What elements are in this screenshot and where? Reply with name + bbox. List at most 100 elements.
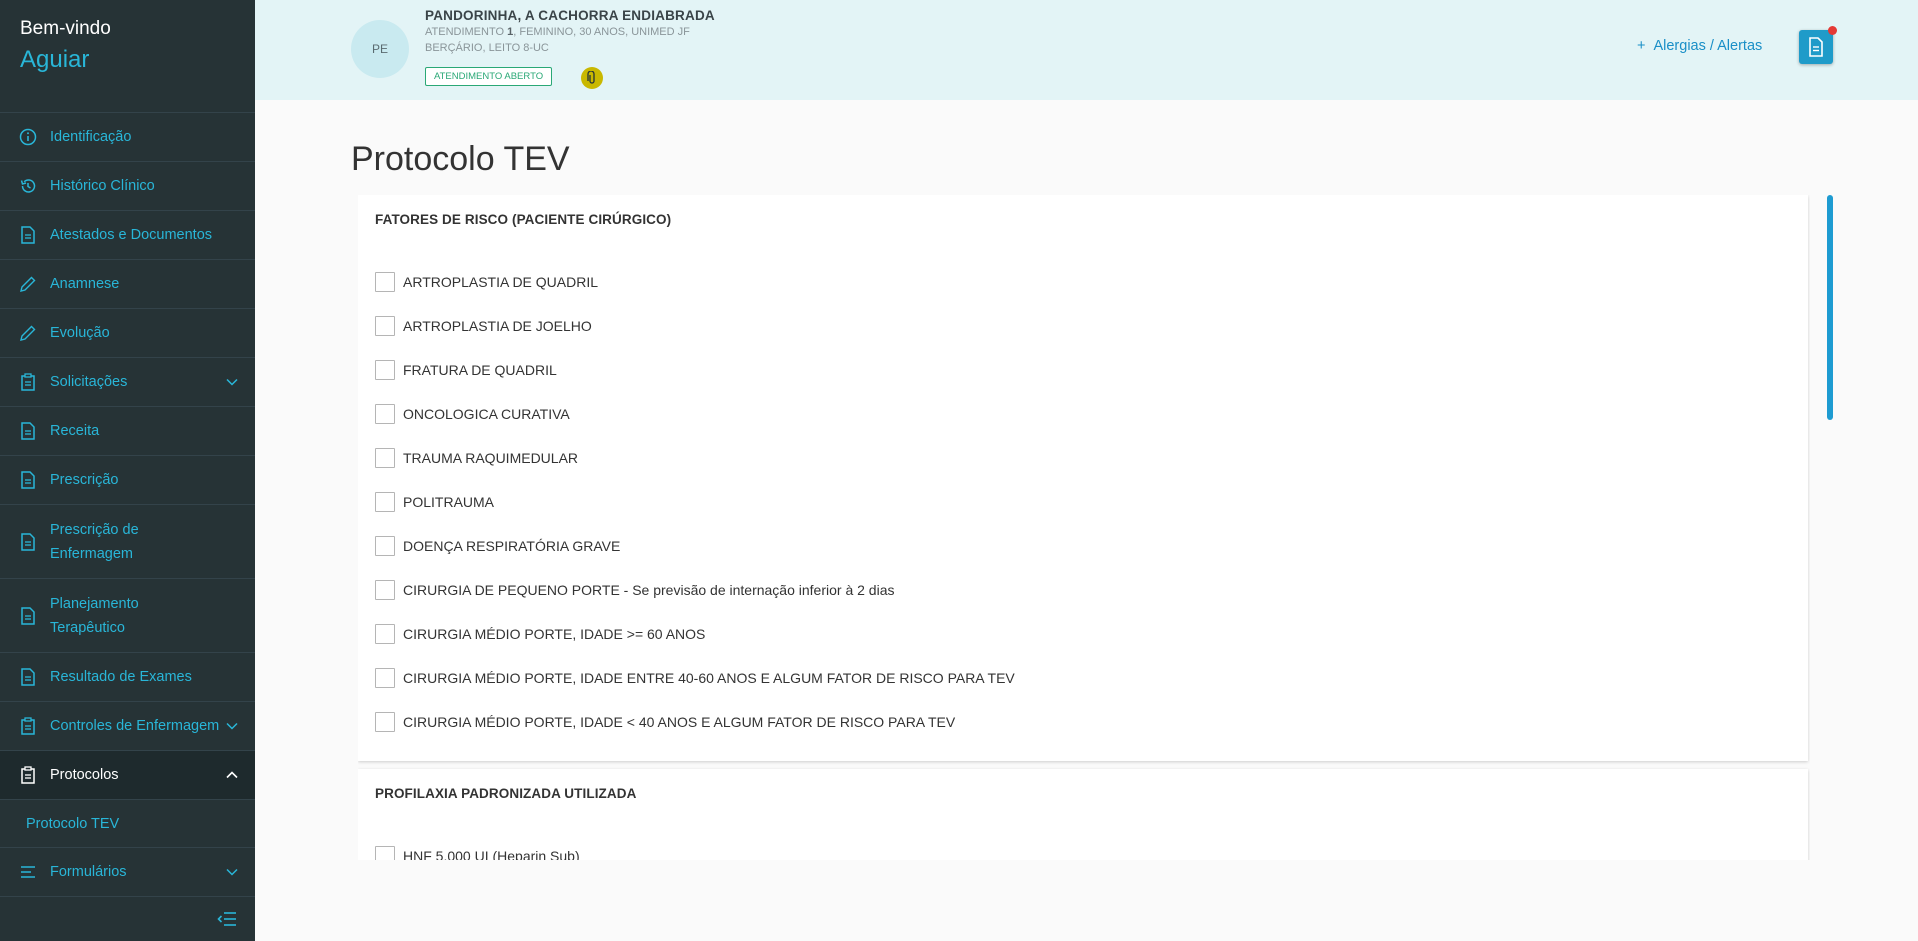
risk-option[interactable]: FRATURA DE QUADRIL: [375, 360, 557, 380]
document-icon: [18, 532, 38, 552]
clipboard-icon: [18, 716, 38, 736]
sidebar-item-resultado-exames[interactable]: Resultado de Exames: [0, 653, 255, 702]
sidebar-item-label: Histórico Clínico: [50, 178, 155, 194]
checkbox[interactable]: [375, 492, 395, 512]
risk-option[interactable]: DOENÇA RESPIRATÓRIA GRAVE: [375, 536, 620, 556]
list-icon: [18, 862, 38, 882]
patient-bed: BERÇÁRIO, LEITO 8-UC: [425, 42, 549, 54]
option-label: DOENÇA RESPIRATÓRIA GRAVE: [403, 538, 621, 554]
checkbox[interactable]: [375, 624, 395, 644]
risk-option[interactable]: CIRURGIA MÉDIO PORTE, IDADE ENTRE 40-60 …: [375, 668, 1015, 688]
risk-option[interactable]: POLITRAUMA: [375, 492, 494, 512]
sidebar-item-atestados[interactable]: Atestados e Documentos: [0, 211, 255, 260]
patient-name: PANDORINHA, A CACHORRA ENDIABRADA: [425, 8, 715, 23]
checkbox[interactable]: [375, 404, 395, 424]
document-button[interactable]: [1799, 30, 1833, 64]
sidebar-item-identificacao[interactable]: Identificação: [0, 113, 255, 162]
user-name: Aguiar: [20, 46, 90, 73]
chevron-up-icon: [225, 768, 239, 782]
sidebar-item-label: Prescrição: [50, 472, 119, 488]
sidebar-item-receita[interactable]: Receita: [0, 407, 255, 456]
risk-option[interactable]: TRAUMA RAQUIMEDULAR: [375, 448, 578, 468]
patient-info: ATENDIMENTO 1, FEMININO, 30 ANOS, UNIMED…: [425, 26, 690, 38]
sidebar-item-historico-clinico[interactable]: Histórico Clínico: [0, 162, 255, 211]
pencil-icon: [18, 323, 38, 343]
patient-header: PE PANDORINHA, A CACHORRA ENDIABRADA ATE…: [255, 0, 1918, 100]
option-label: CIRURGIA DE PEQUENO PORTE - Se previsão …: [403, 582, 895, 598]
info-prefix: ATENDIMENTO: [425, 26, 508, 38]
sidebar-item-label: Anamnese: [50, 276, 120, 292]
collapse-sidebar-icon[interactable]: [217, 911, 237, 931]
attachment-icon[interactable]: [581, 67, 603, 89]
option-label: CIRURGIA MÉDIO PORTE, IDADE ENTRE 40-60 …: [403, 670, 1015, 686]
risk-factors-card: FATORES DE RISCO (PACIENTE CIRÚRGICO) AR…: [358, 195, 1808, 761]
sidebar: Bem-vindo Aguiar Identificação Histórico…: [0, 0, 255, 941]
checkbox[interactable]: [375, 360, 395, 380]
document-icon: [18, 225, 38, 245]
checkbox[interactable]: [375, 536, 395, 556]
risk-option[interactable]: CIRURGIA MÉDIO PORTE, IDADE < 40 ANOS E …: [375, 712, 955, 732]
card-title: PROFILAXIA PADRONIZADA UTILIZADA: [375, 786, 637, 801]
option-label: POLITRAUMA: [403, 494, 495, 510]
sidebar-item-label: Evolução: [50, 325, 110, 341]
welcome-block: Bem-vindo Aguiar: [0, 0, 255, 113]
option-label: HNF 5.000 UI (Heparin Sub): [403, 848, 580, 860]
option-label: ARTROPLASTIA DE JOELHO: [403, 318, 592, 334]
sidebar-item-prescricao[interactable]: Prescrição: [0, 456, 255, 505]
document-icon: [18, 606, 38, 626]
checkbox[interactable]: [375, 846, 395, 860]
option-label: ONCOLOGICA CURATIVA: [403, 406, 570, 422]
option-label: TRAUMA RAQUIMEDULAR: [403, 450, 579, 466]
option-label: CIRURGIA MÉDIO PORTE, IDADE >= 60 ANOS: [403, 626, 706, 642]
sidebar-item-label: Formulários: [50, 864, 127, 880]
sidebar-item-planejamento-terapeutico[interactable]: Planejamento Terapêutico: [0, 579, 255, 653]
checkbox[interactable]: [375, 668, 395, 688]
sidebar-item-label: Controles de Enfermagem: [50, 718, 220, 734]
sidebar-item-label: Prescrição de Enfermagem: [50, 521, 139, 562]
checkbox[interactable]: [375, 316, 395, 336]
sidebar-subitem-protocolo-tev[interactable]: Protocolo TEV: [0, 800, 255, 848]
sidebar-item-solicitacoes[interactable]: Solicitações: [0, 358, 255, 407]
option-label: ARTROPLASTIA DE QUADRIL: [403, 274, 599, 290]
sidebar-item-label: Resultado de Exames: [50, 669, 192, 685]
sidebar-item-prescricao-enfermagem[interactable]: Prescrição de Enfermagem: [0, 505, 255, 579]
sidebar-item-label: Solicitações: [50, 374, 128, 390]
scrollbar[interactable]: [1827, 195, 1833, 420]
sidebar-item-formularios[interactable]: Formulários: [0, 848, 255, 897]
sidebar-item-label: Identificação: [50, 129, 132, 145]
risk-option[interactable]: CIRURGIA MÉDIO PORTE, IDADE >= 60 ANOS: [375, 624, 705, 644]
page-title: Protocolo TEV: [351, 140, 570, 178]
pencil-icon: [18, 274, 38, 294]
sidebar-item-anamnese[interactable]: Anamnese: [0, 260, 255, 309]
sidebar-item-protocolos[interactable]: Protocolos: [0, 751, 255, 800]
prophylaxis-option[interactable]: HNF 5.000 UI (Heparin Sub): [375, 846, 580, 860]
risk-option[interactable]: ONCOLOGICA CURATIVA: [375, 404, 570, 424]
clipboard-icon: [18, 765, 38, 785]
alerts-label: Alergias / Alertas: [1653, 38, 1763, 54]
info-icon: [18, 127, 38, 147]
sidebar-item-label: Planejamento Terapêutico: [50, 595, 139, 636]
clipboard-icon: [18, 372, 38, 392]
risk-option[interactable]: ARTROPLASTIA DE QUADRIL: [375, 272, 598, 292]
allergies-alerts-link[interactable]: + Alergias / Alertas: [1637, 38, 1762, 54]
risk-option[interactable]: CIRURGIA DE PEQUENO PORTE - Se previsão …: [375, 580, 895, 600]
document-icon: [18, 470, 38, 490]
sidebar-item-label: Atestados e Documentos: [50, 227, 213, 243]
sidebar-item-label: Protocolos: [50, 767, 119, 783]
checkbox[interactable]: [375, 712, 395, 732]
checkbox[interactable]: [375, 580, 395, 600]
protocol-form: FATORES DE RISCO (PACIENTE CIRÚRGICO) AR…: [358, 195, 1810, 860]
notification-dot: [1828, 26, 1837, 35]
card-title: FATORES DE RISCO (PACIENTE CIRÚRGICO): [375, 212, 672, 227]
info-rest: , FEMININO, 30 ANOS, UNIMED JF: [513, 26, 690, 38]
checkbox[interactable]: [375, 448, 395, 468]
risk-option[interactable]: ARTROPLASTIA DE JOELHO: [375, 316, 592, 336]
sidebar-item-controles-enfermagem[interactable]: Controles de Enfermagem: [0, 702, 255, 751]
document-icon: [18, 421, 38, 441]
status-badge: ATENDIMENTO ABERTO: [425, 67, 553, 86]
chevron-down-icon: [225, 865, 239, 879]
sidebar-item-label: Receita: [50, 423, 100, 439]
sidebar-item-evolucao[interactable]: Evolução: [0, 309, 255, 358]
checkbox[interactable]: [375, 272, 395, 292]
prophylaxis-card: PROFILAXIA PADRONIZADA UTILIZADA HNF 5.0…: [358, 769, 1808, 860]
